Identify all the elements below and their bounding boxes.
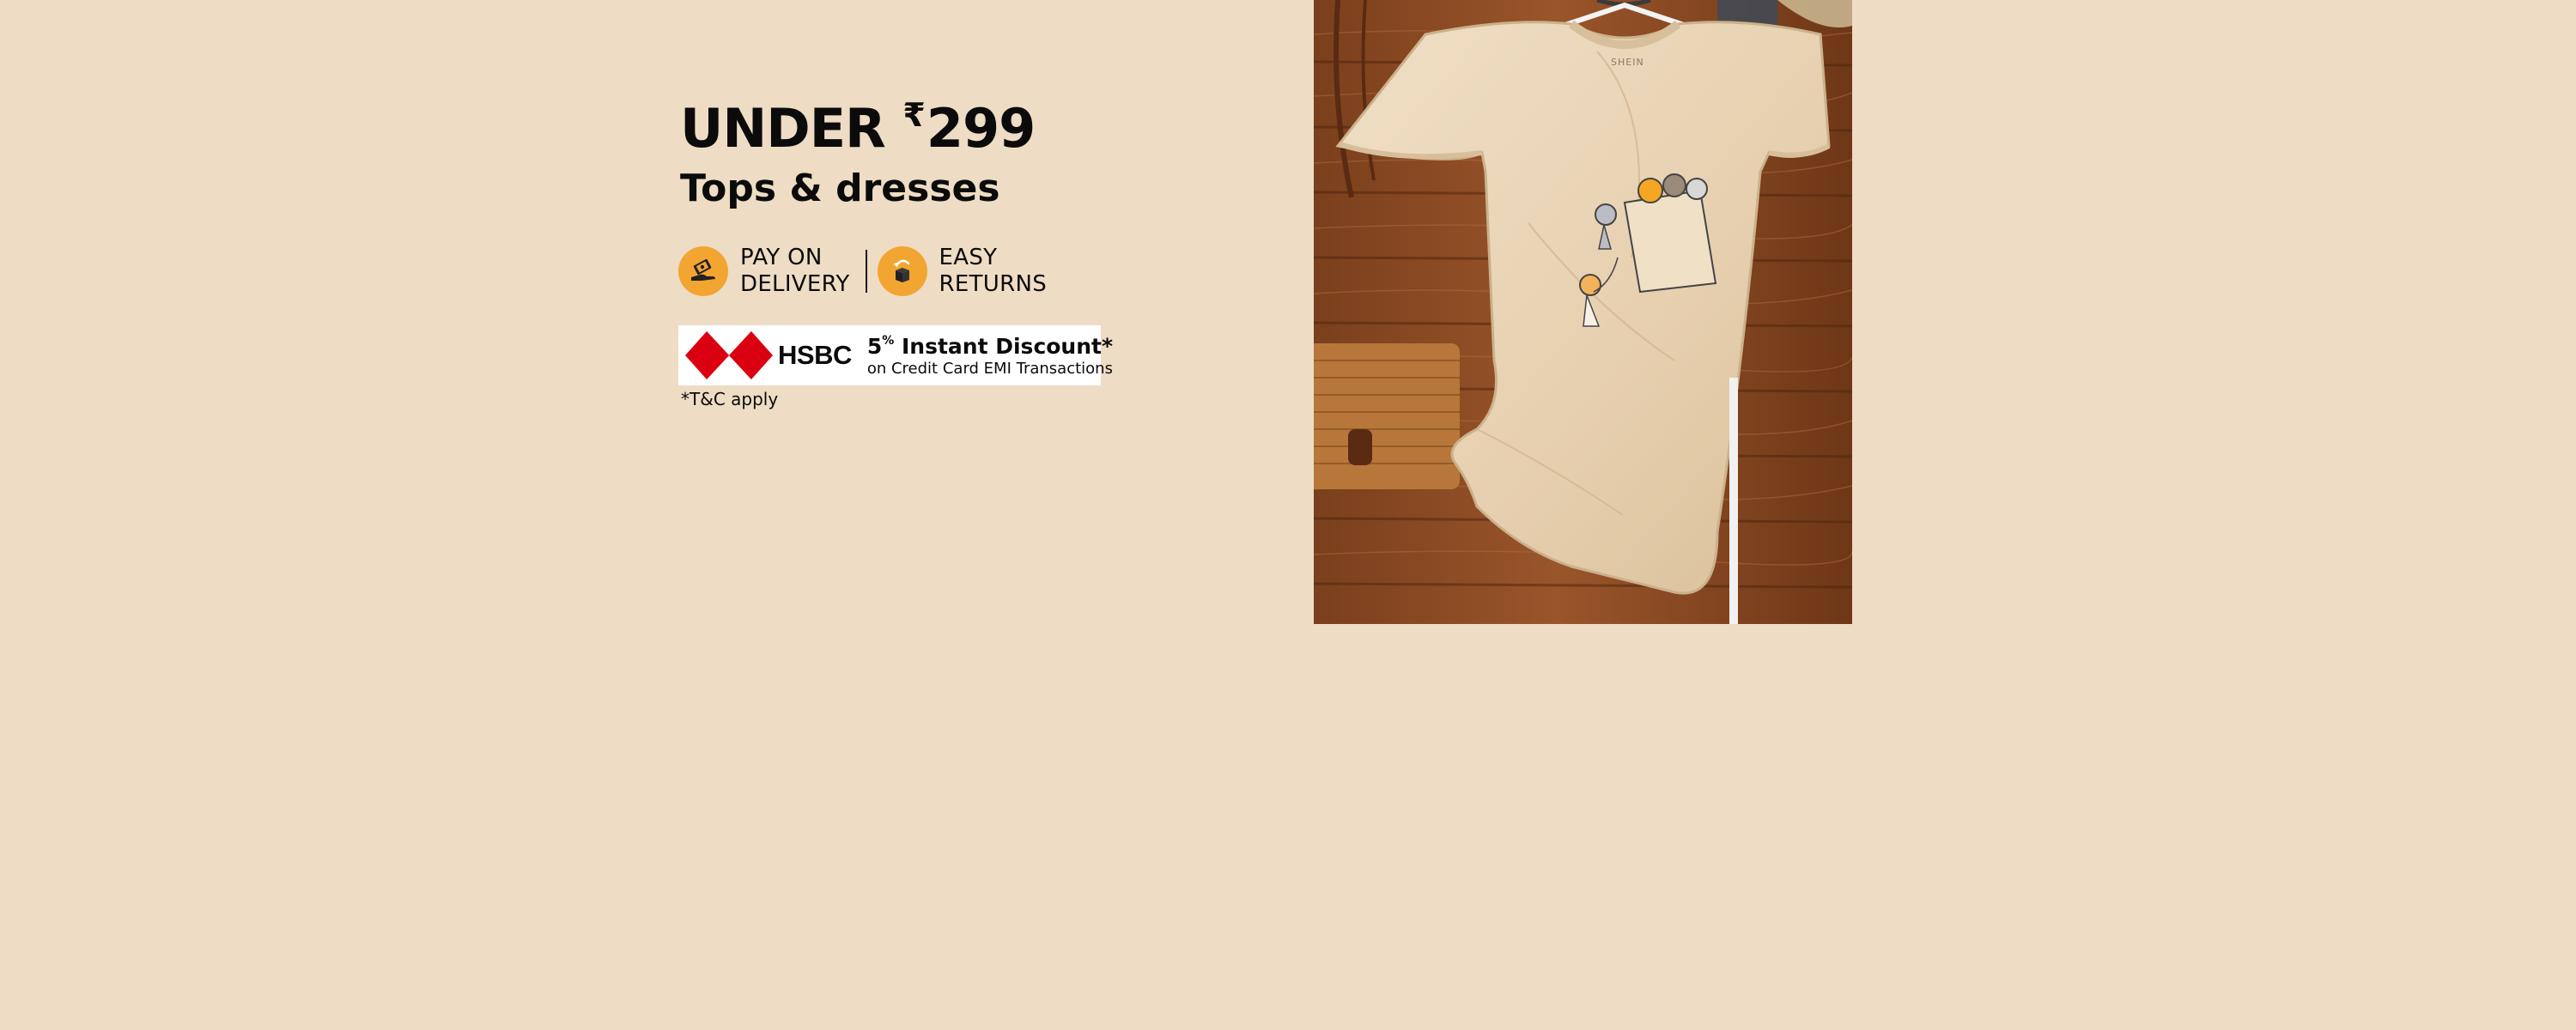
promo-banner[interactable]: UNDER ₹299 Tops & dresses PAY ON DELIVER… <box>0 0 2576 1030</box>
cash-on-delivery-icon <box>678 246 728 296</box>
bank-name: HSBC <box>778 340 852 370</box>
benefit-label-pay-on-delivery: PAY ON DELIVERY <box>740 245 850 297</box>
return-box-icon <box>877 246 927 296</box>
product-image[interactable]: SHEIN <box>1314 0 1852 624</box>
benefit-label-easy-returns: EASY RETURNS <box>939 245 1048 297</box>
category-title: Tops & dresses <box>680 167 1000 210</box>
benefit-pay-on-delivery: PAY ON DELIVERY <box>678 245 850 298</box>
offer-text: 5% Instant Discount* on Credit Card EMI … <box>867 335 1113 377</box>
headline-prefix: UNDER <box>680 97 886 160</box>
offer-detail: on Credit Card EMI Transactions <box>866 359 1113 378</box>
hsbc-logo-icon <box>685 331 773 379</box>
rupee-symbol: ₹ <box>902 96 925 134</box>
headline: UNDER ₹299 <box>680 79 1036 165</box>
terms-note: *T&C apply <box>681 389 779 409</box>
garment-label: SHEIN <box>1611 57 1644 68</box>
benefit-easy-returns: EASY RETURNS <box>877 245 1048 298</box>
bank-offer-badge[interactable]: HSBC 5% Instant Discount* on Credit Card… <box>678 325 1113 385</box>
benefit-divider <box>865 250 867 293</box>
benefits-row: PAY ON DELIVERY EASY RETURNS <box>678 240 1047 302</box>
headline-price: 299 <box>926 97 1036 160</box>
offer-headline: 5% Instant Discount* <box>866 333 1114 359</box>
